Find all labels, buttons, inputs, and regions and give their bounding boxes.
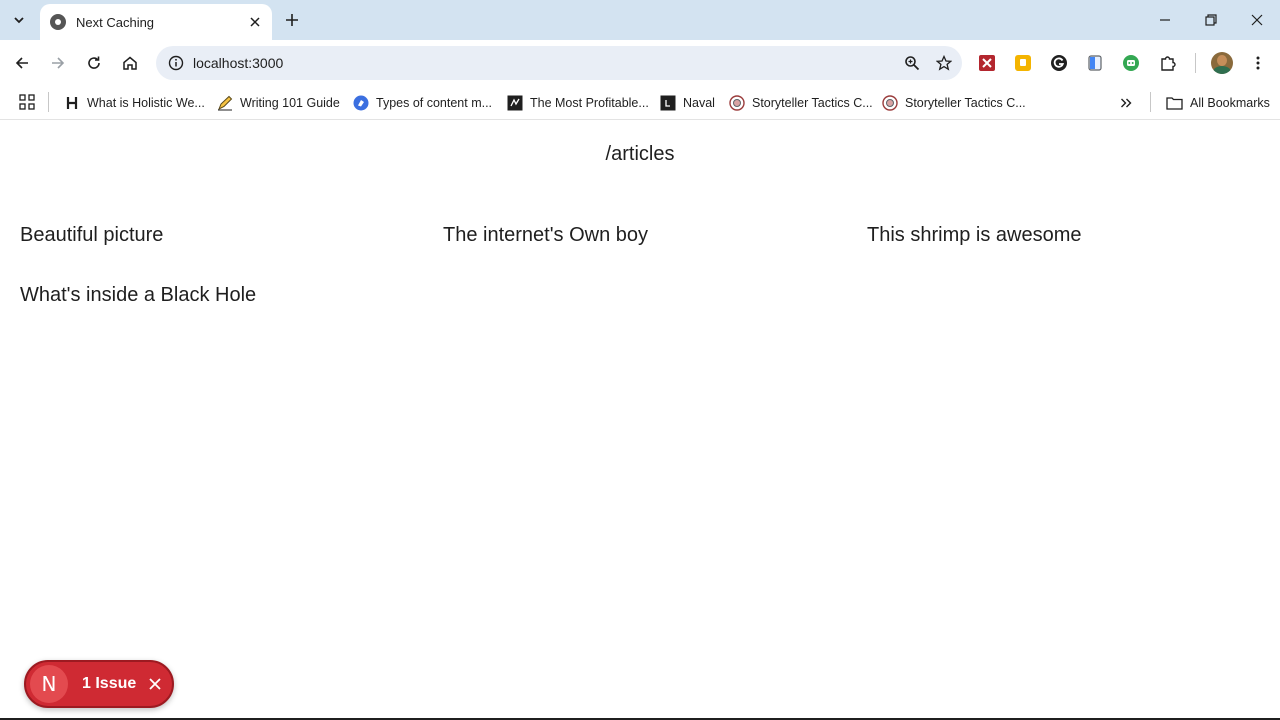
page-title: /articles: [605, 143, 675, 165]
close-icon: [250, 17, 260, 27]
dismiss-issues-button[interactable]: [144, 673, 166, 695]
apps-grid-button[interactable]: [17, 92, 37, 112]
extension-doc-icon[interactable]: [1084, 52, 1106, 74]
bookmark-item[interactable]: Writing 101 Guide: [217, 91, 340, 115]
article-link[interactable]: Beautiful picture: [20, 223, 443, 247]
address-bar[interactable]: localhost:3000: [156, 46, 962, 80]
tab-favicon-icon: [50, 14, 66, 30]
bookmark-item[interactable]: Naval: [660, 91, 715, 115]
profile-avatar[interactable]: [1211, 52, 1233, 74]
bookmarks-bar: What is Holistic We... Writing 101 Guide…: [0, 86, 1280, 120]
blue-circle-icon: [353, 95, 369, 111]
nextjs-logo-icon: N: [30, 665, 68, 703]
extension-red-icon[interactable]: [976, 52, 998, 74]
arrow-left-icon: [15, 57, 28, 69]
new-tab-button[interactable]: [282, 10, 302, 30]
zoom-button[interactable]: [898, 49, 926, 77]
kebab-menu-icon: [1256, 56, 1260, 70]
all-bookmarks-label: All Bookmarks: [1190, 96, 1270, 110]
browser-menu-button[interactable]: [1244, 49, 1272, 77]
url-text[interactable]: localhost:3000: [193, 55, 898, 71]
page-viewport: /articles Beautiful picture The internet…: [0, 121, 1280, 720]
nextjs-issues-badge[interactable]: N 1 Issue: [24, 660, 174, 708]
star-icon: [936, 55, 952, 71]
bookmarks-separator: [1150, 92, 1151, 112]
close-window-button[interactable]: [1234, 0, 1280, 40]
reload-icon: [88, 56, 100, 69]
article-link[interactable]: The internet's Own boy: [443, 223, 867, 247]
forward-button[interactable]: [44, 49, 72, 77]
folder-icon: [1166, 97, 1183, 110]
tab-search-button[interactable]: [6, 7, 32, 33]
bookmark-item[interactable]: Types of content m...: [353, 91, 492, 115]
bookmark-label: What is Holistic We...: [87, 96, 205, 110]
article-link[interactable]: What's inside a Black Hole: [20, 283, 443, 307]
tab-close-button[interactable]: [246, 13, 264, 31]
more-bookmarks-button[interactable]: [1114, 92, 1138, 114]
chevron-down-icon: [14, 17, 24, 24]
browser-toolbar: localhost:3000: [0, 40, 1280, 86]
bookmark-label: The Most Profitable...: [530, 96, 649, 110]
minimize-button[interactable]: [1142, 0, 1188, 40]
bookmark-item[interactable]: Storyteller Tactics C...: [729, 91, 873, 115]
double-chevron-right-icon: [1121, 98, 1132, 108]
home-button[interactable]: [116, 49, 144, 77]
bookmark-item[interactable]: Storyteller Tactics C...: [882, 91, 1026, 115]
reload-button[interactable]: [80, 49, 108, 77]
close-icon: [1251, 14, 1263, 26]
bookmark-label: Naval: [683, 96, 715, 110]
restore-button[interactable]: [1188, 0, 1234, 40]
active-tab[interactable]: Next Caching: [40, 4, 272, 40]
tab-title: Next Caching: [76, 14, 155, 30]
dark-square-icon: [660, 95, 676, 111]
apps-grid-icon: [19, 94, 35, 110]
site-info-icon[interactable]: [166, 53, 186, 73]
extension-robot-icon[interactable]: [1120, 52, 1142, 74]
letter-h-icon: [64, 95, 80, 111]
minimize-icon: [1160, 19, 1170, 21]
bookmark-label: Storyteller Tactics C...: [905, 96, 1026, 110]
restore-icon: [1205, 14, 1217, 26]
dark-square-icon: [507, 95, 523, 111]
round-logo-icon: [729, 95, 745, 111]
articles-grid: Beautiful picture The internet's Own boy…: [20, 223, 1280, 307]
arrow-right-icon: [52, 57, 65, 69]
bookmark-star-button[interactable]: [930, 49, 958, 77]
extensions-puzzle-icon[interactable]: [1157, 52, 1179, 74]
plus-icon: [286, 14, 298, 26]
close-icon: [149, 678, 161, 690]
grammarly-icon[interactable]: [1048, 52, 1070, 74]
bookmark-label: Types of content m...: [376, 96, 493, 110]
all-bookmarks-button[interactable]: All Bookmarks: [1166, 91, 1270, 115]
issue-count[interactable]: 1 Issue: [82, 675, 136, 693]
bookmark-item[interactable]: What is Holistic We...: [64, 91, 205, 115]
bookmarks-separator: [48, 92, 49, 112]
home-icon: [123, 56, 137, 70]
pen-icon: [217, 95, 233, 111]
bookmark-label: Writing 101 Guide: [240, 96, 340, 110]
bookmark-item[interactable]: The Most Profitable...: [507, 91, 649, 115]
bookmark-label: Storyteller Tactics C...: [752, 96, 873, 110]
tab-strip: Next Caching: [0, 0, 1280, 40]
round-logo-icon: [882, 95, 898, 111]
article-link[interactable]: This shrimp is awesome: [867, 223, 1267, 247]
toolbar-separator: [1195, 53, 1196, 73]
back-button[interactable]: [8, 49, 36, 77]
zoom-icon: [905, 56, 920, 71]
extension-yellow-icon[interactable]: [1012, 52, 1034, 74]
